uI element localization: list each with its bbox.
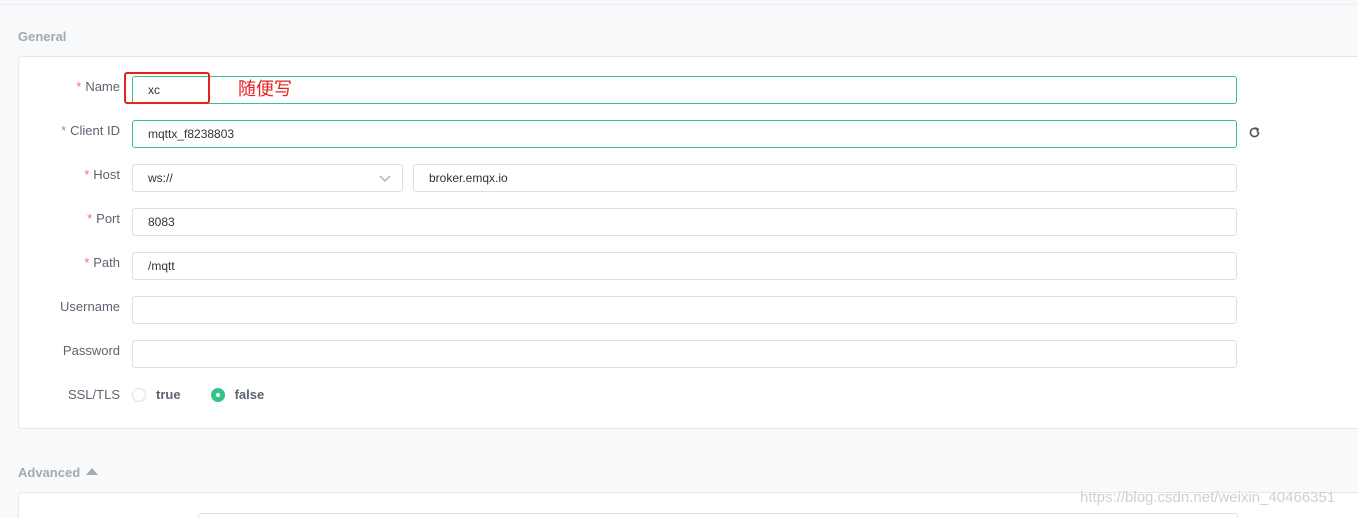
port-label: * Port — [87, 211, 120, 226]
radio-checked-icon — [210, 387, 225, 402]
annotation-highlight-box — [124, 72, 210, 104]
ssl-tls-radio-group: true false — [132, 387, 294, 402]
port-input[interactable]: 8083 — [132, 208, 1237, 236]
watermark: https://blog.csdn.net/weixin_40466351 — [1080, 489, 1336, 506]
host-label: * Host — [84, 167, 120, 182]
protocol-select[interactable]: ws:// — [132, 164, 403, 192]
protocol-value: ws:// — [148, 171, 173, 185]
radio-unchecked-icon — [132, 387, 146, 402]
password-label: Password — [62, 343, 120, 358]
name-label: * Name — [76, 79, 120, 94]
path-label: * Path — [84, 255, 120, 270]
caret-up-icon — [86, 468, 99, 475]
required-marker: * — [84, 167, 90, 182]
advanced-section-title: Advanced — [18, 465, 81, 480]
name-input[interactable]: xc — [132, 76, 1237, 104]
username-label: Username — [60, 299, 120, 314]
client-id-input[interactable]: mqttx_f8238803 — [132, 120, 1237, 148]
client-id-label: * Client ID — [61, 123, 120, 138]
host-input[interactable]: broker.emqx.io — [413, 164, 1237, 192]
required-marker: * — [61, 123, 67, 138]
required-marker: * — [76, 79, 82, 94]
connection-form-page: General * Name xc * Client ID mqttx_f82388… — [0, 0, 1358, 518]
ssl-false-label: false — [234, 387, 265, 402]
username-input[interactable] — [132, 296, 1237, 324]
advanced-first-input[interactable] — [198, 513, 1238, 518]
general-section-title: General — [18, 29, 67, 44]
required-marker: * — [87, 211, 93, 226]
ssl-tls-label: SSL/TLS — [67, 387, 120, 402]
ssl-false-radio[interactable]: false — [210, 387, 265, 402]
password-input[interactable] — [132, 340, 1237, 368]
top-divider — [0, 4, 1358, 5]
ssl-true-label: true — [156, 387, 181, 402]
required-marker: * — [84, 255, 90, 270]
general-card — [18, 56, 1358, 429]
ssl-true-radio[interactable]: true — [132, 387, 181, 402]
chevron-down-icon — [379, 175, 391, 183]
refresh-icon[interactable] — [1248, 126, 1261, 139]
annotation-text: 随便写 — [238, 79, 292, 99]
path-input[interactable]: /mqtt — [132, 252, 1237, 280]
advanced-section-toggle[interactable]: Advanced — [18, 465, 99, 480]
